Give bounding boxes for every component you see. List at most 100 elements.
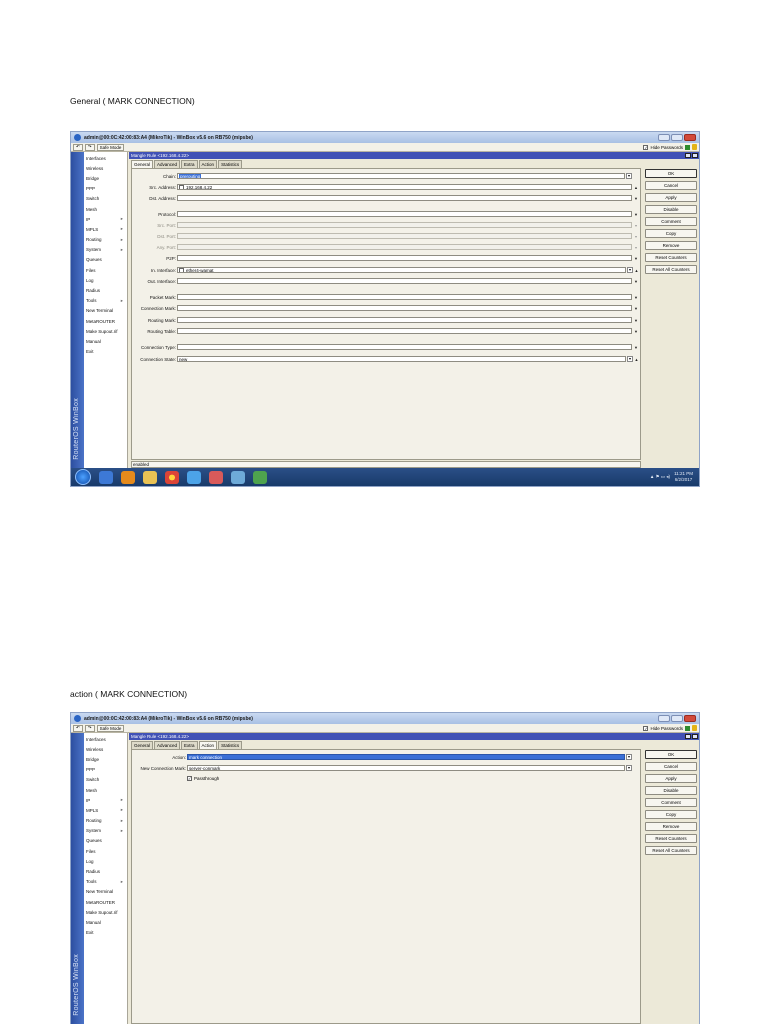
in-interface-not-checkbox[interactable]	[179, 267, 184, 273]
close-button[interactable]	[684, 134, 696, 141]
close-button[interactable]	[684, 715, 696, 722]
chain-field[interactable]: prerouting	[177, 172, 625, 180]
menu-item-switch[interactable]: Switch	[84, 194, 127, 204]
in-interface-collapse-icon[interactable]: ▲	[633, 268, 640, 273]
menu-item-ppp[interactable]: PPP	[84, 765, 127, 775]
menu-item-system[interactable]: System ▸	[84, 245, 127, 255]
menu-item-files[interactable]: Files	[84, 846, 127, 856]
tab-general[interactable]: General	[131, 741, 154, 749]
menu-item-new-terminal[interactable]: New Terminal	[84, 306, 127, 316]
menu-item-queues[interactable]: Queues	[84, 836, 127, 846]
copy-button[interactable]: Copy	[645, 810, 697, 819]
dst-address-dropdown-icon[interactable]: ▼	[632, 196, 640, 201]
reset-counters-button[interactable]: Reset Counters	[645, 834, 697, 843]
menu-item-make-supout[interactable]: Make Supout.rif	[84, 907, 127, 917]
any-port-dropdown-icon[interactable]: ▾	[632, 245, 640, 250]
ok-button[interactable]: OK	[645, 750, 697, 759]
start-button-icon[interactable]	[75, 469, 91, 485]
remove-button[interactable]: Remove	[645, 241, 697, 250]
menu-item-manual[interactable]: Manual	[84, 336, 127, 346]
menu-item-routing[interactable]: Routing ▸	[84, 816, 127, 826]
connection-type-field[interactable]	[177, 343, 632, 351]
menu-item-ip[interactable]: IP ▸	[84, 795, 127, 805]
remove-button[interactable]: Remove	[645, 822, 697, 831]
menu-item-radius[interactable]: Radius	[84, 285, 127, 295]
protocol-dropdown-icon[interactable]: ▼	[632, 212, 640, 217]
menu-item-tools[interactable]: Tools ▸	[84, 296, 127, 306]
connection-state-collapse-icon[interactable]: ▲	[633, 357, 640, 362]
redo-button[interactable]: ↷	[84, 143, 95, 151]
copy-button[interactable]: Copy	[645, 229, 697, 238]
packet-mark-field[interactable]	[177, 293, 632, 301]
tab-advanced[interactable]: Advanced	[154, 160, 181, 168]
dst-port-field[interactable]	[177, 232, 632, 240]
safe-mode-button[interactable]: Safe Mode	[96, 724, 125, 732]
apply-button[interactable]: Apply	[645, 774, 697, 783]
menu-item-log[interactable]: Log	[84, 275, 127, 285]
dialog-restore-button[interactable]	[685, 153, 691, 158]
menu-item-exit[interactable]: Exit	[84, 928, 127, 938]
tab-advanced[interactable]: Advanced	[154, 741, 181, 749]
new-connection-mark-dropdown-icon[interactable]: ▾	[626, 765, 632, 771]
src-address-not-checkbox[interactable]	[179, 184, 184, 190]
menu-item-new-terminal[interactable]: New Terminal	[84, 887, 127, 897]
tab-action[interactable]: Action	[198, 741, 218, 749]
protocol-field[interactable]	[177, 210, 632, 218]
menu-item-exit[interactable]: Exit	[84, 347, 127, 357]
ok-button[interactable]: OK	[645, 169, 697, 178]
chain-dropdown-icon[interactable]: ▾	[626, 173, 632, 179]
src-address-collapse-icon[interactable]: ▲	[632, 185, 640, 190]
maximize-button[interactable]	[671, 134, 683, 141]
connection-mark-dropdown-icon[interactable]: ▼	[632, 306, 640, 311]
menu-item-make-supout[interactable]: Make Supout.rif	[84, 326, 127, 336]
app-icon[interactable]	[187, 470, 201, 484]
app-blue-icon[interactable]	[231, 470, 245, 484]
action-field[interactable]: mark connection	[187, 753, 625, 761]
passthrough-checkbox[interactable]: ✓	[187, 775, 192, 781]
hide-passwords-checkbox[interactable]: ✓	[643, 144, 649, 150]
media-player-icon[interactable]	[121, 470, 135, 484]
src-port-dropdown-icon[interactable]: ▾	[632, 223, 640, 228]
dialog-close-button[interactable]	[692, 734, 698, 739]
dst-address-field[interactable]	[177, 194, 632, 202]
tab-action[interactable]: Action	[198, 160, 218, 168]
new-connection-mark-field[interactable]: server-conmark	[187, 764, 625, 772]
menu-item-mpls[interactable]: MPLS ▸	[84, 224, 127, 234]
menu-item-queues[interactable]: Queues	[84, 255, 127, 265]
dst-port-dropdown-icon[interactable]: ▾	[632, 234, 640, 239]
connection-state-field[interactable]: new	[177, 355, 626, 363]
src-address-field[interactable]: 192.168.4.22	[177, 183, 632, 191]
menu-item-system[interactable]: System ▸	[84, 826, 127, 836]
p2p-field[interactable]	[177, 254, 632, 262]
ie-icon[interactable]	[99, 470, 113, 484]
disable-button[interactable]: Disable	[645, 205, 697, 214]
action-dropdown-icon[interactable]: ▾	[626, 754, 632, 760]
hide-passwords-checkbox[interactable]: ✓	[643, 725, 649, 731]
comment-button[interactable]: Comment	[645, 798, 697, 807]
minimize-button[interactable]	[658, 715, 670, 722]
reset-all-counters-button[interactable]: Reset All Counters	[645, 265, 697, 274]
menu-item-metarouter[interactable]: MetaROUTER	[84, 897, 127, 907]
undo-button[interactable]: ↶	[73, 724, 83, 732]
menu-item-switch[interactable]: Switch	[84, 775, 127, 785]
connection-mark-field[interactable]	[177, 304, 632, 312]
cancel-button[interactable]: Cancel	[645, 181, 697, 190]
menu-item-wireless[interactable]: Wireless	[84, 163, 127, 173]
p2p-dropdown-icon[interactable]: ▼	[632, 256, 640, 261]
menu-item-log[interactable]: Log	[84, 856, 127, 866]
maximize-button[interactable]	[671, 715, 683, 722]
routing-table-dropdown-icon[interactable]: ▼	[632, 329, 640, 334]
tray-clock[interactable]: 11:21 PM 6/2/2017	[674, 471, 693, 483]
out-interface-field[interactable]	[177, 277, 632, 285]
menu-item-interfaces[interactable]: Interfaces	[84, 734, 127, 744]
menu-item-bridge[interactable]: Bridge	[84, 173, 127, 183]
tab-general[interactable]: General	[131, 160, 154, 168]
menu-item-files[interactable]: Files	[84, 265, 127, 275]
out-interface-dropdown-icon[interactable]: ▼	[632, 279, 640, 284]
cancel-button[interactable]: Cancel	[645, 762, 697, 771]
menu-item-mpls[interactable]: MPLS ▸	[84, 805, 127, 815]
explorer-folder-icon[interactable]	[143, 470, 157, 484]
menu-item-bridge[interactable]: Bridge	[84, 754, 127, 764]
undo-button[interactable]: ↶	[73, 143, 83, 151]
minimize-button[interactable]	[658, 134, 670, 141]
